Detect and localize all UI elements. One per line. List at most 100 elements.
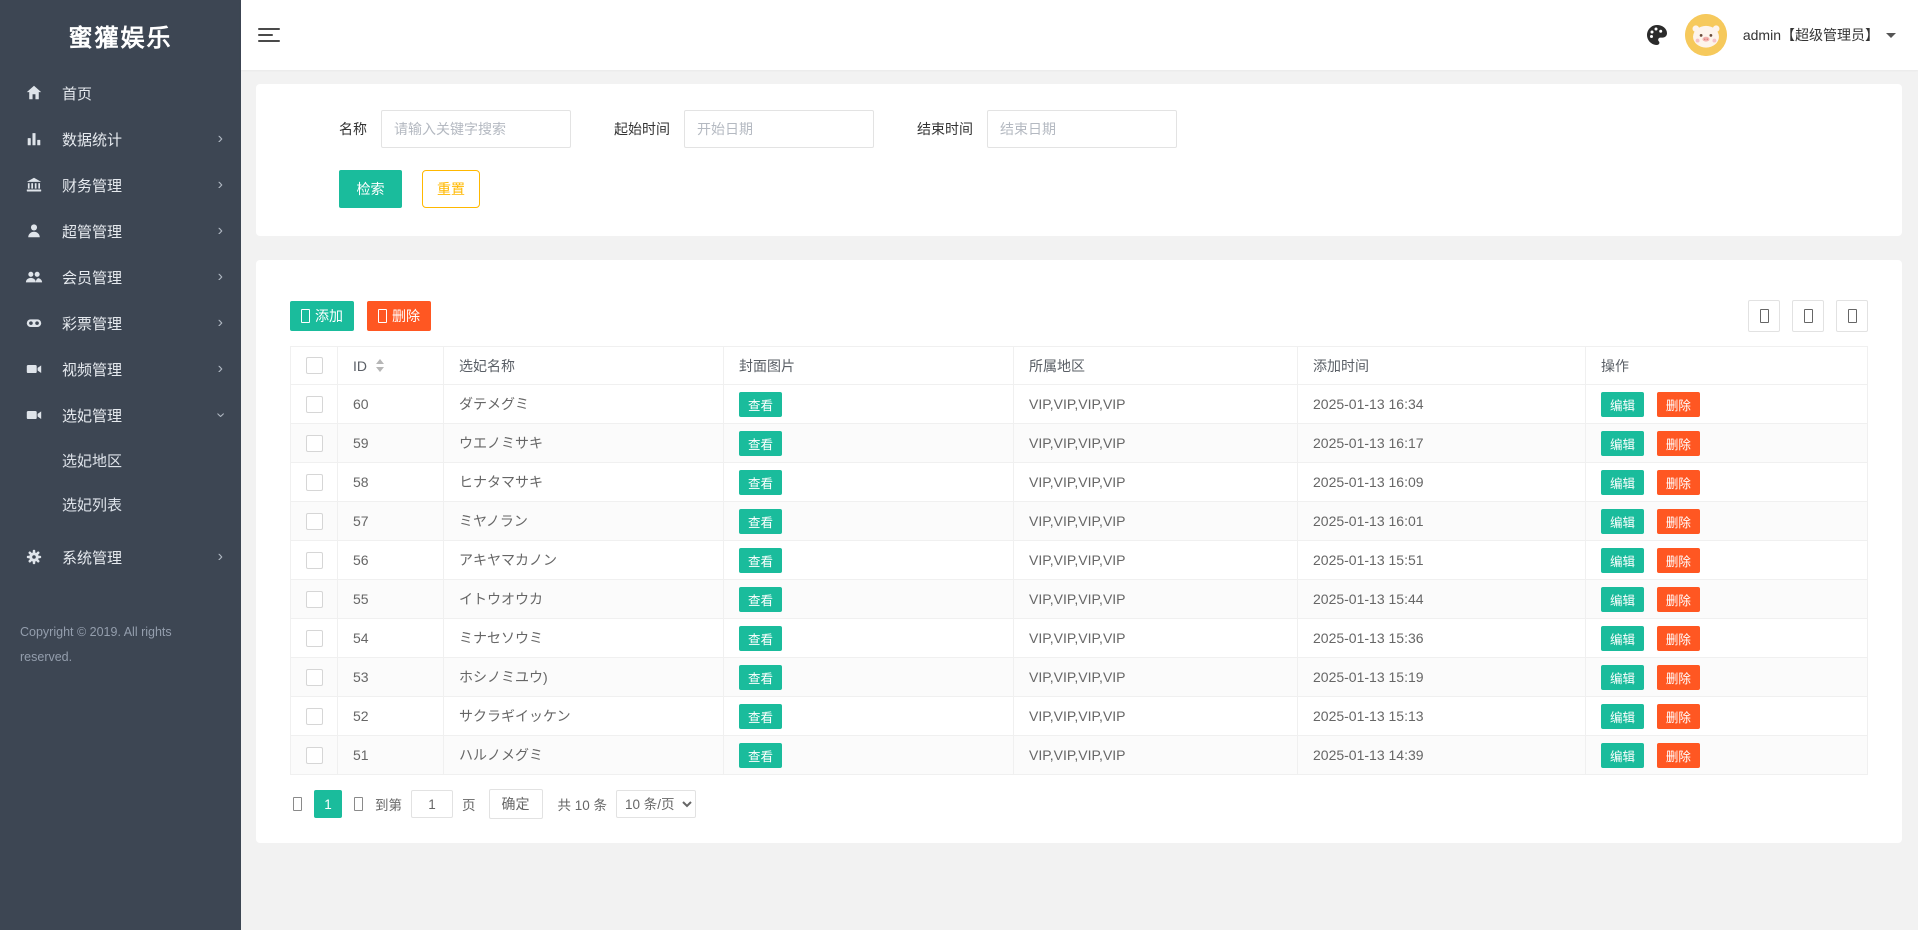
cell-name: アキヤマカノン: [443, 540, 724, 580]
caret-down-icon: [1886, 32, 1896, 38]
row-checkbox[interactable]: [305, 473, 323, 491]
edit-button[interactable]: 编辑: [1601, 391, 1645, 417]
edit-button[interactable]: 编辑: [1601, 664, 1645, 690]
sidebar-item-label: 会员管理: [62, 269, 123, 287]
row-delete-button[interactable]: 删除: [1656, 664, 1700, 690]
table-row: 53 ホシノミユウ) 查看 VIP,VIP,VIP,VIP 2025-01-13…: [290, 657, 1868, 697]
row-delete-button[interactable]: 删除: [1656, 547, 1700, 573]
topbar: admin【超级管理员】: [241, 0, 1918, 70]
row-delete-button[interactable]: 删除: [1656, 391, 1700, 417]
view-cover-button[interactable]: 查看: [739, 625, 783, 651]
row-checkbox[interactable]: [305, 434, 323, 452]
row-delete-button[interactable]: 删除: [1656, 586, 1700, 612]
row-checkbox[interactable]: [305, 746, 323, 764]
reset-button[interactable]: 重置: [422, 170, 480, 208]
sidebar-item-label: 视频管理: [62, 361, 123, 379]
sidebar-item-xuanfei-region[interactable]: 选妃地区: [0, 438, 241, 482]
chevron-right-icon: ›: [217, 176, 223, 193]
view-cover-button[interactable]: 查看: [739, 508, 783, 534]
add-button[interactable]: 添加: [290, 301, 354, 331]
page-size-select[interactable]: 10 条/页: [616, 790, 697, 818]
row-delete-button[interactable]: 删除: [1656, 508, 1700, 534]
users-icon: [24, 267, 44, 287]
sidebar-item-lottery[interactable]: 彩票管理 ›: [0, 300, 241, 346]
sidebar-item-system[interactable]: 系统管理 ›: [0, 534, 241, 580]
end-date-input[interactable]: [987, 110, 1177, 148]
row-checkbox[interactable]: [305, 668, 323, 686]
palette-icon[interactable]: [1645, 23, 1669, 47]
sidebar-item-home[interactable]: 首页: [0, 70, 241, 116]
sort-icon[interactable]: [376, 359, 384, 372]
cell-id: 58: [337, 462, 444, 502]
table-filter-button[interactable]: [1748, 300, 1780, 332]
view-cover-button[interactable]: 查看: [739, 469, 783, 495]
name-search-input[interactable]: [381, 110, 571, 148]
table-export-button[interactable]: [1792, 300, 1824, 332]
sidebar-item-members[interactable]: 会员管理 ›: [0, 254, 241, 300]
row-checkbox[interactable]: [305, 551, 323, 569]
avatar[interactable]: [1684, 14, 1727, 56]
view-cover-button[interactable]: 查看: [739, 391, 783, 417]
edit-button[interactable]: 编辑: [1601, 625, 1645, 651]
edit-button[interactable]: 编辑: [1601, 703, 1645, 729]
sidebar-item-xuanfei-list[interactable]: 选妃列表: [0, 482, 241, 526]
sidebar-item-finance[interactable]: 财务管理 ›: [0, 162, 241, 208]
view-cover-button[interactable]: 查看: [739, 664, 783, 690]
row-checkbox[interactable]: [305, 629, 323, 647]
confirm-page-button[interactable]: 确定: [488, 789, 543, 819]
admin-user-menu[interactable]: admin【超级管理员】: [1743, 25, 1896, 45]
row-checkbox[interactable]: [305, 590, 323, 608]
row-delete-button[interactable]: 删除: [1656, 430, 1700, 456]
row-delete-button[interactable]: 删除: [1656, 703, 1700, 729]
chevron-right-icon: ›: [217, 360, 223, 377]
sidebar-item-xuanfei[interactable]: 选妃管理 ›: [0, 392, 241, 438]
table-print-button[interactable]: [1836, 300, 1868, 332]
search-button[interactable]: 检索: [339, 170, 402, 208]
sidebar-item-videos[interactable]: 视频管理 ›: [0, 346, 241, 392]
edit-button[interactable]: 编辑: [1601, 547, 1645, 573]
sidebar-item-statistics[interactable]: 数据统计 ›: [0, 116, 241, 162]
edit-button[interactable]: 编辑: [1601, 742, 1645, 768]
edit-button[interactable]: 编辑: [1601, 508, 1645, 534]
missing-glyph-icon: [1759, 309, 1769, 323]
chevron-right-icon: ›: [217, 268, 223, 285]
prev-page-button[interactable]: [290, 797, 305, 811]
batch-delete-button[interactable]: 删除: [367, 301, 431, 331]
cell-region: VIP,VIP,VIP,VIP: [1013, 501, 1298, 541]
row-checkbox[interactable]: [305, 707, 323, 725]
table-row: 55 イトウオウカ 查看 VIP,VIP,VIP,VIP 2025-01-13 …: [290, 579, 1868, 619]
page-number-button[interactable]: 1: [314, 790, 342, 818]
cell-region: VIP,VIP,VIP,VIP: [1013, 696, 1298, 736]
row-delete-button[interactable]: 删除: [1656, 469, 1700, 495]
hamburger-icon[interactable]: [258, 24, 280, 46]
edit-button[interactable]: 编辑: [1601, 586, 1645, 612]
video-icon: [24, 359, 44, 379]
missing-glyph-icon: [354, 797, 363, 811]
view-cover-button[interactable]: 查看: [739, 703, 783, 729]
table-row: 60 ダテメグミ 查看 VIP,VIP,VIP,VIP 2025-01-13 1…: [290, 384, 1868, 424]
row-checkbox[interactable]: [305, 395, 323, 413]
end-time-label: 结束时间: [917, 121, 973, 137]
select-all-checkbox[interactable]: [305, 357, 323, 375]
column-header-ops: 操作: [1585, 346, 1868, 385]
view-cover-button[interactable]: 查看: [739, 586, 783, 612]
edit-button[interactable]: 编辑: [1601, 430, 1645, 456]
goto-page-input[interactable]: [411, 790, 453, 818]
view-cover-button[interactable]: 查看: [739, 742, 783, 768]
cell-name: ミナセソウミ: [443, 618, 724, 658]
row-checkbox[interactable]: [305, 512, 323, 530]
cell-id: 59: [337, 423, 444, 463]
start-date-input[interactable]: [684, 110, 874, 148]
cell-id: 52: [337, 696, 444, 736]
view-cover-button[interactable]: 查看: [739, 430, 783, 456]
edit-button[interactable]: 编辑: [1601, 469, 1645, 495]
row-delete-button[interactable]: 删除: [1656, 625, 1700, 651]
cell-region: VIP,VIP,VIP,VIP: [1013, 657, 1298, 697]
next-page-button[interactable]: [351, 797, 366, 811]
view-cover-button[interactable]: 查看: [739, 547, 783, 573]
row-delete-button[interactable]: 删除: [1656, 742, 1700, 768]
sidebar-item-superadmin[interactable]: 超管管理 ›: [0, 208, 241, 254]
missing-glyph-icon: [301, 309, 310, 323]
sidebar-item-label: 选妃管理: [62, 407, 123, 425]
data-table: ID 选妃名称 封面图片 所属地区 添加时间 操作 60 ダテメグミ 查看 VI…: [290, 346, 1868, 775]
